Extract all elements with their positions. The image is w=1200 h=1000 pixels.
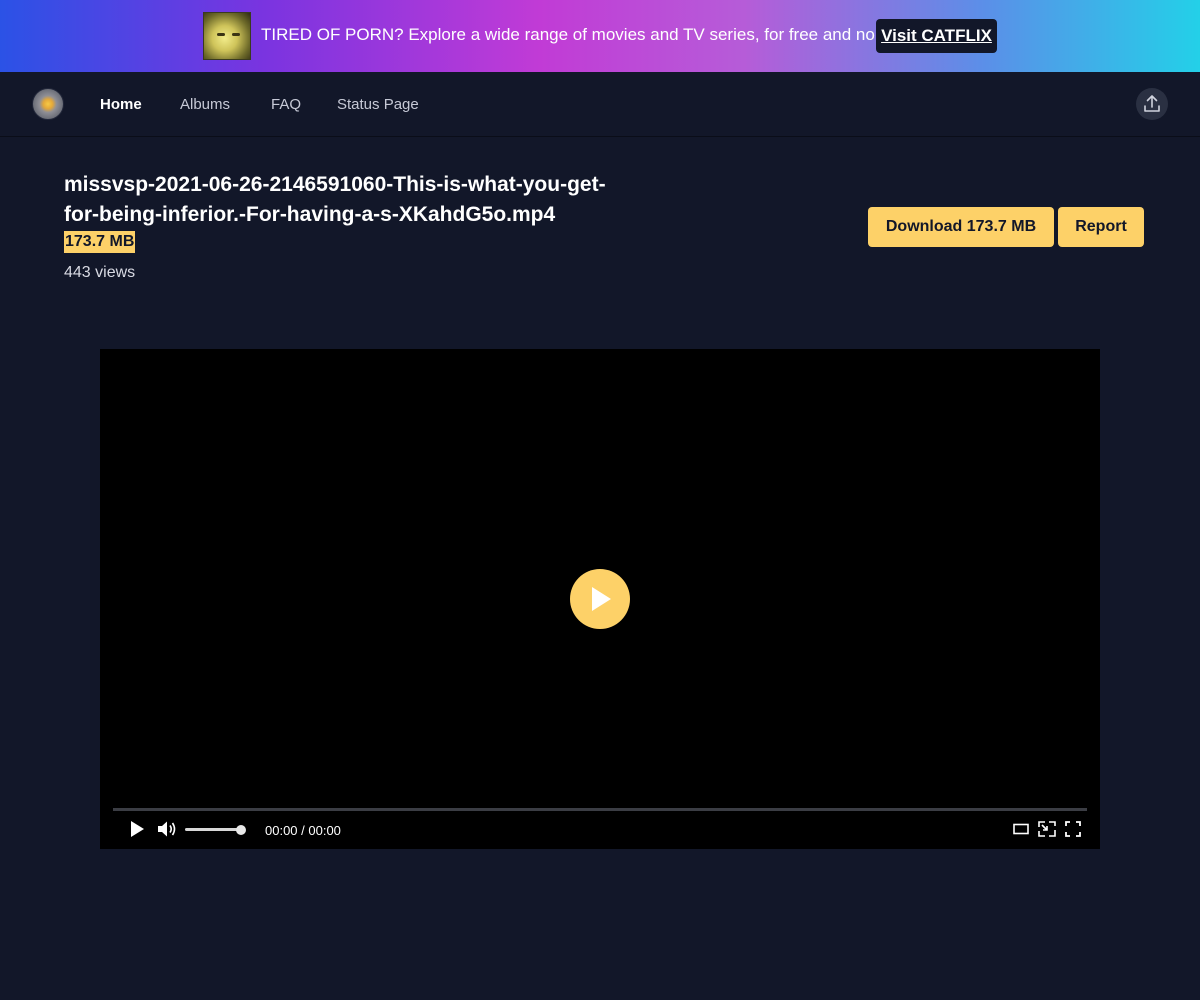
file-size-badge: 173.7 MB	[64, 231, 136, 253]
volume-slider[interactable]	[185, 828, 241, 831]
view-count: 443 views	[64, 264, 136, 281]
promo-banner: TIRED OF PORN? Explore a wide range of m…	[0, 0, 1200, 72]
nav-item-faq[interactable]: FAQ	[271, 96, 301, 113]
banner-text: TIRED OF PORN? Explore a wide range of m…	[261, 25, 912, 44]
volume-icon	[158, 821, 176, 837]
theater-mode-button[interactable]	[1012, 822, 1030, 836]
play-icon	[131, 821, 144, 837]
fullscreen-icon	[1065, 821, 1081, 837]
upload-button[interactable]	[1136, 88, 1168, 120]
big-play-button[interactable]	[570, 569, 630, 629]
top-navigation: Home Albums FAQ Status Page	[0, 72, 1200, 137]
file-title: missvsp-2021-06-26-2146591060-This-is-wh…	[64, 173, 606, 226]
nav-item-status-page[interactable]: Status Page	[337, 96, 419, 113]
theater-mode-icon	[1013, 823, 1029, 835]
download-button[interactable]: Download 173.7 MB	[868, 207, 1054, 247]
picture-in-picture-button[interactable]	[1037, 820, 1057, 838]
volume-slider-handle[interactable]	[236, 825, 246, 835]
catflix-thumbnail[interactable]	[203, 12, 251, 60]
time-display: 00:00 / 00:00	[265, 823, 341, 838]
mute-button[interactable]	[156, 820, 178, 838]
picture-in-picture-icon	[1038, 821, 1056, 837]
report-button[interactable]: Report	[1058, 207, 1144, 247]
play-button[interactable]	[126, 820, 148, 838]
visit-catflix-button[interactable]: Visit CATFLIX	[876, 19, 997, 53]
nav-item-home[interactable]: Home	[100, 96, 142, 113]
upload-icon	[1144, 95, 1160, 112]
play-icon	[592, 587, 611, 611]
video-player[interactable]: 00:00 / 00:00	[100, 349, 1100, 849]
progress-bar[interactable]	[113, 808, 1087, 811]
nav-item-albums[interactable]: Albums	[180, 96, 230, 113]
fullscreen-button[interactable]	[1064, 820, 1082, 838]
site-logo[interactable]	[32, 88, 64, 120]
